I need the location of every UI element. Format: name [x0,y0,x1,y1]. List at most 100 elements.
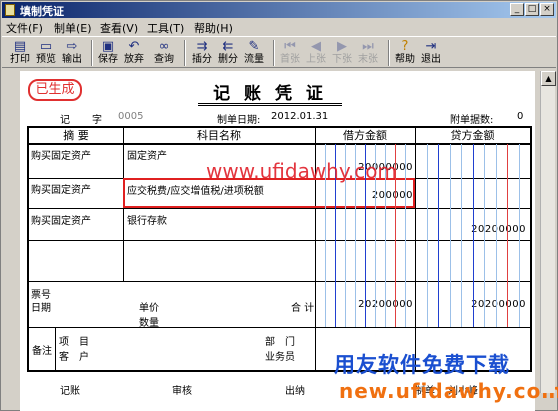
price-label: 单价 [139,303,159,314]
output-icon: ⇨ [66,39,78,54]
menu-help[interactable]: 帮助(H) [194,20,233,36]
salesman-label[interactable]: 业务员 [265,348,295,363]
scroll-up-icon[interactable]: ▲ [541,71,556,86]
toolbar-button-cashflow[interactable]: ✎ 流量 [242,39,266,67]
toolbar-button-undo[interactable]: ↶ 放弃 [122,39,146,67]
row-divider [29,144,530,145]
help-icon: ? [401,39,409,54]
entry-summary[interactable]: 购买固定资产 [31,212,91,227]
toolbar-button-output[interactable]: ⇨ 输出 [60,39,84,67]
delete-row-icon: ⇇ [222,39,234,54]
entry-account[interactable]: 银行存款 [127,212,167,227]
toolbar-button-last[interactable]: ⏭ 末张 [356,39,380,67]
toolbar-button-preview[interactable]: ▭ 预览 [34,39,58,67]
undo-icon: ↶ [128,39,140,54]
amount-digit-line [496,144,497,327]
binoculars-icon: ∞ [158,39,170,54]
title-underline [198,105,342,106]
cashflow-icon: ✎ [248,39,260,54]
menu-tools[interactable]: 工具(T) [147,20,184,36]
toolbar-button-insert-row[interactable]: ⇉ 插分 [190,39,214,67]
first-icon: ⏮ [284,39,296,54]
status-stamp: 已生成 [28,79,82,101]
header-credit: 贷方金额 [415,128,530,144]
toolbar-button-help[interactable]: ? 帮助 [393,39,417,67]
toolbar-button-label: 放弃 [124,54,144,65]
header-account: 科目名称 [123,128,315,144]
toolbar-button-prev[interactable]: ◀ 上张 [304,39,328,67]
maximize-button[interactable]: □ [525,3,539,16]
quantity-label: 数量 [139,318,159,329]
department-label[interactable]: 部 门 [265,333,295,348]
date-label: 制单日期: [217,115,261,126]
close-button[interactable]: × [540,3,554,16]
voucher-number[interactable]: 0005 [118,111,143,122]
row-divider [29,327,530,328]
title-bar: 填制凭证 _ □ × [2,2,556,18]
voucher-window: 填制凭证 _ □ × 文件(F) 制单(E) 查看(V) 工具(T) 帮助(H)… [0,0,558,411]
project-label[interactable]: 项 目 [59,333,89,348]
prev-icon: ◀ [311,39,321,54]
column-divider [415,128,416,370]
toolbar-button-label: 输出 [62,54,82,65]
preview-icon: ▭ [39,39,53,54]
amount-digit-line [427,144,428,327]
watermark-text: www.ufidawhy.com [206,159,397,183]
toolbar-button-binoculars[interactable]: ∞ 查询 [152,39,176,67]
row-divider [29,240,530,241]
entry-summary[interactable]: 购买固定资产 [31,147,91,162]
insert-row-icon: ⇉ [196,39,208,54]
column-divider [55,327,56,370]
amount-digit-line [519,144,520,327]
attach-count[interactable]: 0 [517,111,523,122]
entry-account[interactable]: 固定资产 [127,147,167,162]
brand-slogan: 用友软件免费下载 [334,353,510,377]
row-divider [29,208,530,209]
vertical-scrollbar[interactable]: ▲ [540,71,556,393]
amount-digit-line [438,144,439,327]
menu-voucher[interactable]: 制单(E) [54,20,92,36]
toolbar-button-label: 流量 [244,54,264,65]
minimize-button[interactable]: _ [510,3,524,16]
toolbar-button-label: 末张 [358,54,378,65]
amount-digit-line [507,144,508,327]
voucher-title: 记 账 凭 证 [213,84,327,104]
header-debit: 借方金额 [315,128,415,144]
last-icon: ⏭ [362,39,374,54]
app-icon [5,4,15,16]
amount-digit-line [450,144,451,327]
toolbar-button-next[interactable]: ▶ 下张 [330,39,354,67]
amount-digit-line [473,144,474,327]
signature-auditor: 审核 [172,386,192,397]
toolbar-button-first[interactable]: ⏮ 首张 [278,39,302,67]
menu-file[interactable]: 文件(F) [6,20,43,36]
amount-digit-line [461,144,462,327]
attach-label: 附单据数: [450,115,494,126]
voucher-zi-label: 字 [92,115,102,126]
title-underline [198,103,342,104]
voucher-type[interactable]: 记 [60,111,70,126]
total-debit: 20200000 [358,299,413,310]
toolbar-button-printer[interactable]: ▤ 打印 [8,39,32,67]
signature-bookkeeper: 记账 [60,386,80,397]
total-label: 合 计 [291,303,315,314]
toolbar-button-exit[interactable]: ⇥ 退出 [419,39,443,67]
toolbar-button-label: 退出 [421,54,441,65]
exit-icon: ⇥ [425,39,437,54]
save-icon: ▣ [101,39,115,54]
toolbar-button-label: 查询 [154,54,174,65]
header-summary: 摘 要 [29,128,123,144]
ticket-date-label: 日期 [31,303,51,314]
remark-label: 备注 [32,346,52,357]
entry-summary[interactable]: 购买固定资产 [31,181,91,196]
row-divider [29,281,530,282]
menu-bar: 文件(F) 制单(E) 查看(V) 工具(T) 帮助(H) [2,19,556,36]
toolbar-button-save[interactable]: ▣ 保存 [96,39,120,67]
toolbar-button-delete-row[interactable]: ⇇ 删分 [216,39,240,67]
next-icon: ▶ [337,39,347,54]
amount-digit-line [405,144,406,327]
menu-view[interactable]: 查看(V) [100,20,138,36]
printer-icon: ▤ [13,39,27,54]
voucher-date[interactable]: 2012.01.31 [271,111,328,122]
customer-label[interactable]: 客 户 [59,348,89,363]
